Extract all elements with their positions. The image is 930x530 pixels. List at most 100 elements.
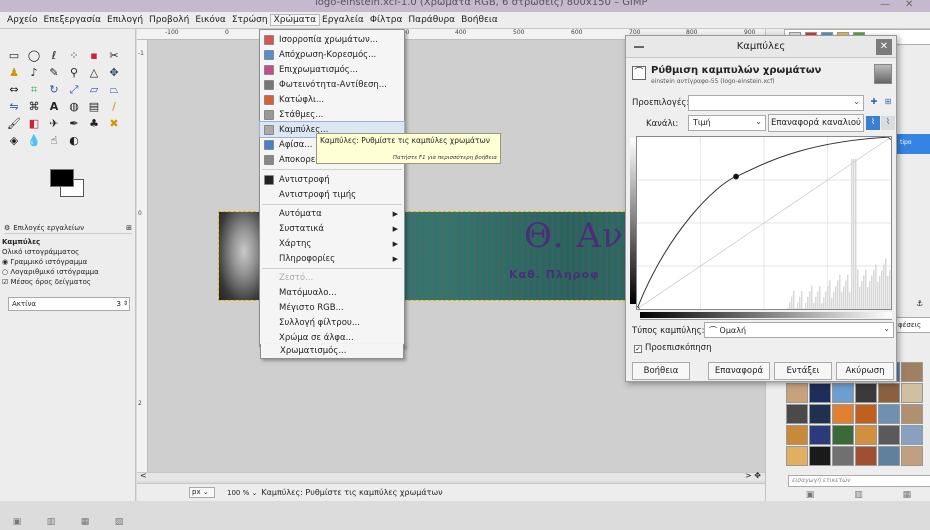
scissors-icon[interactable]: ✂: [104, 47, 124, 64]
pattern-swatch[interactable]: [832, 425, 854, 445]
menu-item-brightness-contrast[interactable]: Φωτεινότητα-Αντίθεση...: [260, 77, 404, 92]
move-icon[interactable]: ✥: [104, 64, 124, 81]
pattern-swatch[interactable]: [809, 425, 831, 445]
menu-item-color-balance[interactable]: Ισορροπία χρωμάτων...: [260, 32, 404, 47]
pattern-swatch[interactable]: [832, 404, 854, 424]
pattern-swatch[interactable]: [901, 425, 923, 445]
airbrush-icon[interactable]: ✈: [44, 115, 64, 132]
menu-item-auto[interactable]: Αυτόματα ▶: [260, 206, 404, 221]
pattern-swatch[interactable]: [855, 446, 877, 466]
paintbrush-icon[interactable]: 🖌: [4, 115, 24, 132]
help-button[interactable]: Βοήθεια: [632, 362, 690, 380]
open-pattern-icon[interactable]: ▦: [903, 490, 912, 502]
free-select-icon[interactable]: ℓ: [44, 47, 64, 64]
pattern-swatch[interactable]: [809, 383, 831, 403]
channel-combo[interactable]: Τιμή ⌄: [688, 115, 766, 131]
linear-histogram-icon[interactable]: ⌇: [866, 116, 880, 130]
tool-options-tab[interactable]: ⚙ Επιλογές εργαλείων ⊞: [4, 222, 132, 234]
menu-item-colorify[interactable]: Χρωματισμός...: [260, 344, 404, 359]
pattern-swatch[interactable]: [878, 446, 900, 466]
presets-combo[interactable]: ⌄: [688, 95, 864, 111]
anchor-icon[interactable]: ⚓: [916, 299, 923, 308]
selected-layer-row[interactable]: tipo: [894, 134, 930, 154]
menu-item-color-to-alpha[interactable]: Χρώμα σε άλφα...: [260, 330, 404, 345]
menu-item-colorize[interactable]: Επιχρωματισμός...: [260, 62, 404, 77]
restore-options-icon[interactable]: ▥: [47, 517, 56, 530]
horizontal-scrollbar[interactable]: < > ✥: [137, 471, 765, 481]
tab-menu-icon[interactable]: ⊞: [126, 224, 132, 232]
menu-windows[interactable]: Παράθυρα: [405, 15, 458, 25]
pattern-swatch[interactable]: [878, 404, 900, 424]
menu-layer[interactable]: Στρώση: [229, 15, 271, 25]
foreground-color-swatch[interactable]: [50, 169, 74, 187]
menu-colors[interactable]: Χρώματα: [269, 14, 321, 26]
menu-item-filter-pack[interactable]: Συλλογή φίλτρου...: [260, 315, 404, 330]
preset-menu-icon[interactable]: ⊞: [881, 96, 895, 110]
log-histogram-radio[interactable]: ○ Λογαριθμικό ιστόγραμμα: [2, 267, 132, 277]
blend-icon[interactable]: ▤: [84, 98, 104, 115]
pattern-swatch[interactable]: [855, 383, 877, 403]
pattern-swatch[interactable]: [855, 404, 877, 424]
menu-filters[interactable]: Φίλτρα: [367, 15, 406, 25]
cancel-button[interactable]: Ακύρωση: [836, 362, 894, 380]
linear-histogram-radio[interactable]: ◉ Γραμμικό ιστόγραμμα: [2, 257, 132, 267]
shear-icon[interactable]: ▱: [84, 81, 104, 98]
menu-item-levels[interactable]: Στάθμες...: [260, 107, 404, 122]
text-tool-icon[interactable]: A: [44, 98, 64, 115]
clone-icon[interactable]: ♣: [84, 115, 104, 132]
menu-item-map[interactable]: Χάρτης ▶: [260, 236, 404, 251]
zoom-icon[interactable]: ⚲: [64, 64, 84, 81]
minimize-icon[interactable]: —: [880, 0, 890, 10]
delete-options-icon[interactable]: ▦: [81, 517, 90, 530]
eraser-icon[interactable]: ◧: [24, 115, 44, 132]
paths-icon[interactable]: ♪: [24, 64, 44, 81]
curve-type-combo[interactable]: ⌒ Ομαλή ⌄: [704, 322, 894, 338]
pattern-swatch[interactable]: [901, 383, 923, 403]
fg-bg-colors[interactable]: [50, 169, 86, 197]
foreground-select-icon[interactable]: ♟: [4, 64, 24, 81]
menu-item-info[interactable]: Πληροφορίες ▶: [260, 251, 404, 266]
pattern-swatch[interactable]: [786, 383, 808, 403]
perspective-icon[interactable]: ⏢: [104, 81, 124, 98]
bucket-fill-icon[interactable]: ◍: [64, 98, 84, 115]
menu-item-hue-saturation[interactable]: Απόχρωση-Κορεσμός...: [260, 47, 404, 62]
flip-icon[interactable]: ⇋: [4, 98, 24, 115]
menu-item-max-rgb[interactable]: Μέγιστο RGB...: [260, 300, 404, 315]
menu-item-invert[interactable]: Αντιστροφή: [260, 172, 404, 187]
dialog-titlebar[interactable]: Καμπύλες ✕: [626, 36, 896, 58]
log-histogram-icon[interactable]: ⌇: [881, 116, 895, 130]
pattern-swatch[interactable]: [809, 404, 831, 424]
menu-select[interactable]: Επιλογή: [104, 15, 146, 25]
align-icon[interactable]: ⇔: [4, 81, 24, 98]
select-by-color-icon[interactable]: ▪: [84, 47, 104, 64]
pattern-swatch[interactable]: [786, 425, 808, 445]
pattern-swatch[interactable]: [878, 425, 900, 445]
radius-spinner[interactable]: Ακτίνα 3 ⇕: [8, 297, 130, 311]
reset-button[interactable]: Επαναφορά: [708, 362, 770, 380]
reset-channel-button[interactable]: Επαναφορά καναλιού: [768, 114, 864, 132]
edit-pattern-icon[interactable]: ▣: [806, 490, 815, 502]
spin-arrows-icon[interactable]: ⇕: [123, 300, 128, 307]
crop-icon[interactable]: ⌗: [24, 81, 44, 98]
menu-item-components[interactable]: Συστατικά ▶: [260, 221, 404, 236]
menu-item-threshold[interactable]: Κατώφλι...: [260, 92, 404, 107]
heal-icon[interactable]: ✖: [104, 115, 124, 132]
smudge-icon[interactable]: ☝: [44, 132, 64, 149]
close-window-icon[interactable]: ✕: [905, 0, 913, 10]
pattern-swatch[interactable]: [832, 383, 854, 403]
menu-item-max-rgb-alt[interactable]: Ματόμυαλο...: [260, 285, 404, 300]
rotate-icon[interactable]: ↻: [44, 81, 64, 98]
dodge-burn-icon[interactable]: ◐: [64, 132, 84, 149]
pattern-swatch[interactable]: [901, 362, 923, 382]
rect-select-icon[interactable]: ▭: [4, 47, 24, 64]
pattern-swatch[interactable]: [901, 446, 923, 466]
pattern-swatch[interactable]: [786, 404, 808, 424]
perspective-clone-icon[interactable]: ◈: [4, 132, 24, 149]
add-preset-icon[interactable]: ✚: [867, 96, 881, 110]
pattern-swatch[interactable]: [809, 446, 831, 466]
pattern-swatch[interactable]: [901, 404, 923, 424]
pencil-icon[interactable]: /: [104, 98, 124, 115]
ok-button[interactable]: Εντάξει: [774, 362, 832, 380]
zoom-selector[interactable]: 100 % ⌄: [227, 489, 257, 497]
menu-item-value-invert[interactable]: Αντιστροφή τιμής: [260, 187, 404, 202]
